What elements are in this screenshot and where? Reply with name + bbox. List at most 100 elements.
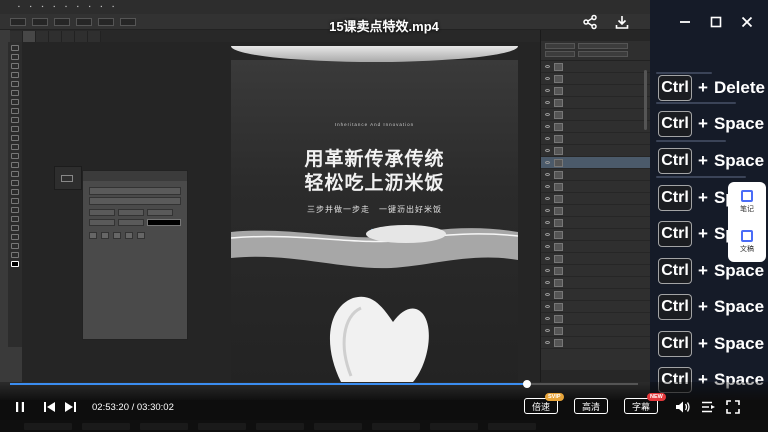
layer-thumbnail <box>554 278 563 287</box>
ps-menu-item: ▪ <box>65 4 67 10</box>
ps-tool-icon <box>11 81 19 87</box>
shortcut-row: Ctrl + Delete <box>658 74 768 102</box>
taskbar-item <box>82 422 130 430</box>
notes-label: 笔记 <box>740 206 754 213</box>
next-icon[interactable] <box>64 401 77 413</box>
align-button <box>137 232 145 239</box>
character-grid <box>83 207 187 228</box>
ps-tool-icon <box>11 45 19 51</box>
char-cell <box>118 219 144 226</box>
eye-icon <box>545 341 550 344</box>
ctrl-key: Ctrl <box>658 294 692 320</box>
ps-tool-icon <box>11 117 19 123</box>
layer-row <box>541 253 650 265</box>
layer-thumbnail <box>554 254 563 263</box>
ps-menu-item: ▪ <box>41 4 44 10</box>
progress-bar[interactable] <box>10 380 638 388</box>
rice-cluster <box>366 225 446 243</box>
volume-icon[interactable] <box>675 400 691 414</box>
layer-thumbnail <box>554 158 563 167</box>
layer-thumbnail <box>554 110 563 119</box>
speed-label: 倍速 <box>531 401 550 412</box>
playlist-icon[interactable] <box>701 400 716 414</box>
pause-icon[interactable] <box>14 401 26 413</box>
ps-tool-icon <box>11 99 19 105</box>
layer-thumbnail <box>554 74 563 83</box>
eye-icon <box>545 185 550 188</box>
ps-tool-icon <box>11 108 19 114</box>
layer-thumbnail <box>554 290 563 299</box>
taskbar-item <box>314 422 362 430</box>
plus-sign: + <box>698 261 708 280</box>
ps-menu-item: ▪ <box>88 4 91 10</box>
ctrl-key: Ctrl <box>658 148 692 174</box>
eye-icon <box>545 293 550 296</box>
ps-menu-item: ▪ <box>18 4 20 10</box>
eye-icon <box>545 173 550 176</box>
taskbar-item <box>198 422 246 430</box>
shortcut-row: Ctrl + Space <box>658 330 768 358</box>
canvas-graphics <box>231 225 518 382</box>
hint-bar <box>656 176 746 178</box>
ps-tool-icon <box>11 225 19 231</box>
hint-bar <box>656 140 726 142</box>
progress-fill <box>10 383 528 385</box>
eye-icon <box>545 245 550 248</box>
ctrl-key: Ctrl <box>658 258 692 284</box>
layer-row <box>541 289 650 301</box>
layer-row <box>541 193 650 205</box>
close-icon[interactable] <box>740 14 754 30</box>
ps-tool-icon <box>11 180 19 186</box>
ps-menu-item: ▪ <box>29 4 32 10</box>
ps-tool-icon <box>11 198 19 204</box>
shortcut-row: Ctrl + Space <box>658 147 768 175</box>
ctrl-key: Ctrl <box>658 75 692 101</box>
share-icon[interactable] <box>582 14 598 30</box>
layer-thumbnail <box>554 170 563 179</box>
eye-icon <box>545 221 550 224</box>
quality-button[interactable]: 高清 <box>574 398 608 414</box>
properties-icon <box>61 175 73 182</box>
char-cell <box>118 209 144 216</box>
align-button <box>89 232 97 239</box>
layer-thumbnail <box>554 338 563 347</box>
ps-toolbar <box>8 42 22 347</box>
ps-layers-panel <box>540 30 651 382</box>
previous-icon[interactable] <box>43 401 56 413</box>
eye-icon <box>545 65 550 68</box>
fullscreen-icon[interactable] <box>726 400 740 414</box>
align-button <box>113 232 121 239</box>
download-icon[interactable] <box>614 14 630 30</box>
notes-widget[interactable]: 笔记 <box>728 182 766 222</box>
maximize-icon[interactable] <box>709 14 723 30</box>
ps-tool-icon <box>11 162 19 168</box>
key-name: Space <box>713 151 765 170</box>
properties-row <box>83 181 187 185</box>
minimize-icon[interactable] <box>678 14 692 30</box>
layer-row-selected <box>541 157 650 169</box>
char-cell <box>89 209 115 216</box>
ps-tool-icon <box>11 234 19 240</box>
key-name: Space <box>713 261 765 280</box>
shortcut-row: Ctrl + Space <box>658 293 768 321</box>
eye-icon <box>545 89 550 92</box>
taskbar-item <box>488 422 536 430</box>
ps-tool-icon <box>11 72 19 78</box>
taskbar-item <box>372 422 420 430</box>
taskbar-item <box>430 422 478 430</box>
design-canvas: Inheritance And Innovation 用革新传承传统 轻松吃上沥… <box>231 46 518 382</box>
key-name: Space <box>713 297 765 316</box>
transcript-widget[interactable]: 文稿 <box>728 222 766 262</box>
layer-row <box>541 325 650 337</box>
align-button <box>101 232 109 239</box>
layers-scrollbar <box>644 70 647 130</box>
key-name: Delete <box>713 78 765 97</box>
eye-icon <box>545 161 550 164</box>
plus-sign: + <box>698 114 708 133</box>
color-swatch <box>147 219 181 226</box>
properties-panel-header <box>83 171 187 181</box>
char-cell <box>89 219 115 226</box>
layer-thumbnail <box>554 314 563 323</box>
layer-row <box>541 85 650 97</box>
taskbar-item <box>140 422 188 430</box>
